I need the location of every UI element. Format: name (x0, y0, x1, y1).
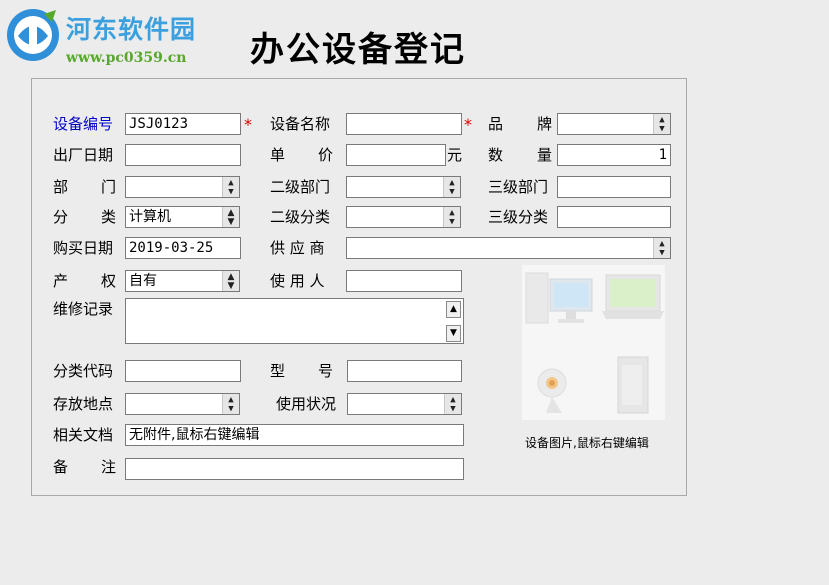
ownership-label-2: 权 (101, 272, 117, 290)
unit-price-label-1: 单 (270, 146, 286, 164)
docs-field[interactable]: 无附件,鼠标右键编辑 (125, 424, 464, 446)
logo-emblem-icon (7, 9, 59, 61)
qty-label-2: 量 (537, 146, 553, 164)
dept-select[interactable]: ▲ ▼ (125, 176, 240, 198)
note-label-1: 备 (53, 458, 69, 476)
cat3-label: 三级分类 (488, 208, 549, 226)
image-caption: 设备图片,鼠标右键编辑 (525, 436, 649, 450)
dept-label-1: 部 (53, 178, 69, 196)
category-label-2: 类 (101, 208, 117, 226)
device-image[interactable] (522, 265, 665, 420)
unit-price-field[interactable] (346, 144, 446, 166)
qty-label-1: 数 (488, 146, 504, 164)
location-label: 存放地点 (53, 395, 114, 413)
logo-title: 河东软件园 (66, 15, 197, 44)
mfg-date-field[interactable] (125, 144, 241, 166)
dept3-label: 三级部门 (488, 178, 549, 196)
category-value: 计算机 (129, 209, 171, 225)
spin-arrows-icon[interactable]: ▲ ▼ (653, 238, 670, 258)
page-title: 办公设备登记 (250, 30, 466, 70)
chevron-up-icon[interactable]: ▲ (446, 301, 461, 318)
model-field[interactable] (347, 360, 462, 382)
required-mark: * (244, 115, 252, 134)
device-name-label: 设备名称 (270, 115, 331, 133)
dept-label-2: 门 (101, 178, 117, 196)
status-label: 使用状况 (276, 395, 337, 413)
spin-arrows-icon[interactable]: ▲ ▼ (222, 271, 239, 291)
quantity-field[interactable]: 1 (557, 144, 671, 166)
site-logo: 河东软件园 www.pc0359.cn (4, 6, 204, 70)
ownership-value: 自有 (129, 273, 157, 289)
note-label-2: 注 (101, 458, 117, 476)
user-field[interactable] (346, 270, 462, 292)
spin-arrows-icon[interactable]: ▲ ▼ (222, 394, 239, 414)
cat-code-field[interactable] (125, 360, 241, 382)
supplier-select[interactable]: ▲ ▼ (346, 237, 671, 259)
spin-arrows-icon[interactable]: ▲ ▼ (443, 177, 460, 197)
docs-label: 相关文档 (53, 426, 114, 444)
repair-label: 维修记录 (53, 300, 114, 318)
location-select[interactable]: ▲ ▼ (125, 393, 240, 415)
buy-date-field[interactable]: 2019-03-25 (125, 237, 241, 259)
device-no-field[interactable]: JSJ0123 (125, 113, 241, 135)
cat3-field[interactable] (557, 206, 671, 228)
spin-arrows-icon[interactable]: ▲ ▼ (222, 207, 239, 227)
note-field[interactable] (125, 458, 464, 480)
chevron-down-icon[interactable]: ▼ (446, 325, 461, 342)
model-label-1: 型 (270, 362, 286, 380)
supplier-label: 供 应 商 (270, 239, 325, 257)
unit-price-label-2: 价 (318, 146, 334, 164)
spin-arrows-icon[interactable]: ▲ ▼ (222, 177, 239, 197)
dept2-select[interactable]: ▲ ▼ (346, 176, 461, 198)
ownership-label-1: 产 (53, 272, 69, 290)
buy-date-label: 购买日期 (53, 239, 114, 257)
user-label: 使 用 人 (270, 272, 325, 290)
spin-arrows-icon[interactable]: ▲ ▼ (443, 207, 460, 227)
brand-label-2: 牌 (537, 115, 553, 133)
mfg-date-label: 出厂日期 (53, 146, 114, 164)
cat2-select[interactable]: ▲ ▼ (346, 206, 461, 228)
brand-label-1: 品 (488, 115, 504, 133)
category-select[interactable]: 计算机 ▲ ▼ (125, 206, 240, 228)
device-no-label: 设备编号 (53, 115, 114, 133)
category-label-1: 分 (53, 208, 69, 226)
cat-code-label: 分类代码 (53, 362, 114, 380)
logo-url: www.pc0359.cn (66, 50, 187, 66)
spin-arrows-icon[interactable]: ▲ ▼ (653, 114, 670, 134)
model-label-2: 号 (318, 362, 334, 380)
currency-label: 元 (447, 146, 463, 164)
device-illustration-icon (525, 272, 664, 414)
brand-select[interactable]: ▲ ▼ (557, 113, 671, 135)
cat2-label: 二级分类 (270, 208, 331, 226)
spin-arrows-icon[interactable]: ▲ ▼ (444, 394, 461, 414)
required-mark: * (464, 115, 472, 134)
status-select[interactable]: ▲ ▼ (347, 393, 462, 415)
device-name-field[interactable] (346, 113, 462, 135)
dept2-label: 二级部门 (270, 178, 331, 196)
ownership-select[interactable]: 自有 ▲ ▼ (125, 270, 240, 292)
dept3-field[interactable] (557, 176, 671, 198)
repair-record-textarea[interactable]: ▲ ▼ (125, 298, 464, 344)
